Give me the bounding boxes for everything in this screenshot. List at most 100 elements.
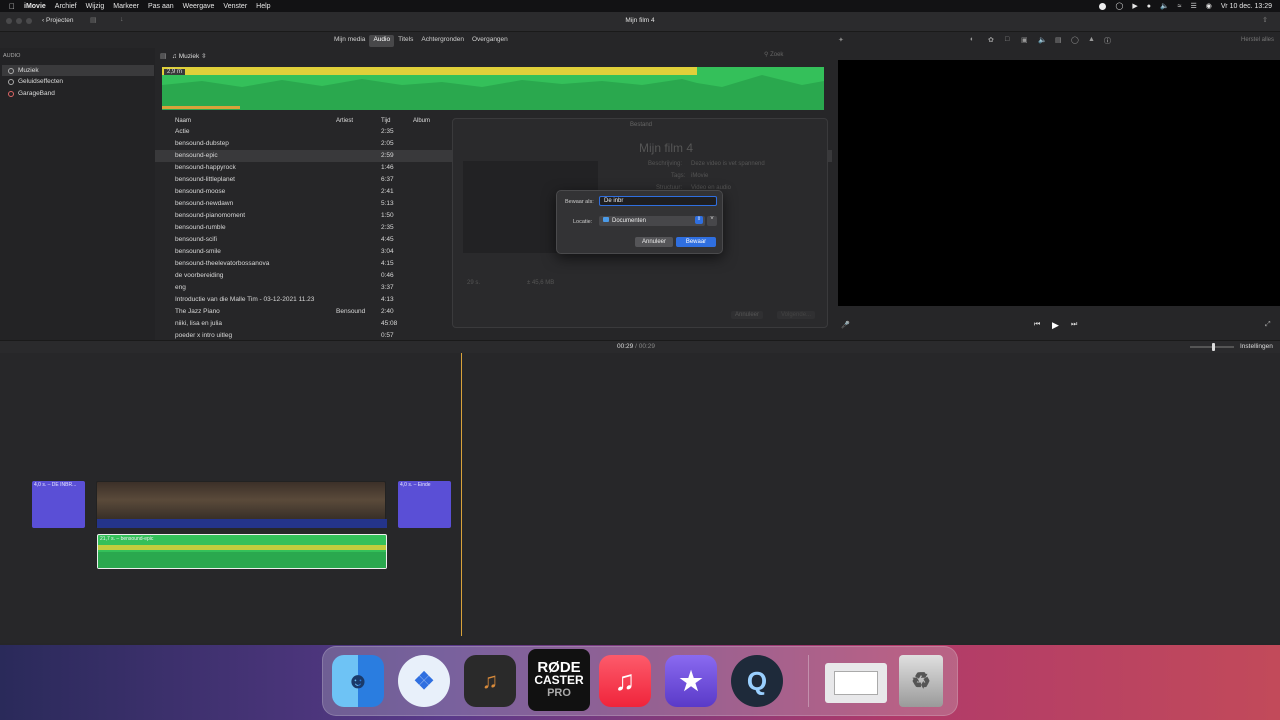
play-icon[interactable]: ▶ — [1052, 320, 1059, 331]
location-select[interactable]: Documenten ⇳ — [599, 216, 705, 226]
share-cancel-button[interactable]: Annuleer — [731, 311, 764, 319]
playhead[interactable] — [461, 353, 462, 636]
color-balance-icon[interactable]: ◐ — [970, 36, 974, 43]
save-button[interactable]: Bewaar — [676, 237, 716, 247]
finder-icon[interactable]: ☻ — [332, 655, 384, 707]
tab-overgangen[interactable]: Overgangen — [468, 35, 512, 47]
magic-wand-icon[interactable]: ✦ — [838, 36, 844, 44]
search-placeholder: Zoek — [770, 52, 784, 58]
zoom-slider-thumb[interactable] — [1212, 343, 1215, 351]
imovie-icon[interactable]: ★ — [665, 655, 717, 707]
tags-value[interactable]: iMovie — [691, 173, 708, 179]
expand-dialog-button[interactable]: ˅ — [707, 216, 717, 226]
skip-back-icon[interactable]: ⏮ — [1034, 321, 1040, 329]
settings-button[interactable]: Instellingen — [1240, 343, 1273, 350]
menu-venster[interactable]: Venster — [223, 3, 247, 10]
reset-all-button[interactable]: Herstel alles — [1241, 37, 1274, 43]
menu-weergave[interactable]: Weergave — [183, 3, 215, 10]
audio-clip[interactable]: 21,7 s. – bensound-epic — [97, 534, 387, 569]
save-cancel-button[interactable]: Annuleer — [635, 237, 673, 247]
song-time: 2:35 — [381, 128, 394, 135]
preview-icon[interactable] — [825, 663, 887, 703]
waveform-duration-label: 2,9 m — [164, 69, 186, 75]
song-name: bensound-happyrock — [175, 164, 236, 171]
waveform-graphic — [162, 67, 824, 110]
sidebar-item-garageband[interactable]: GarageBand — [8, 88, 55, 99]
share-duration: 29 s. — [467, 280, 481, 286]
music-icon[interactable]: ♫ — [599, 655, 651, 707]
column-header-tijd[interactable]: Tijd — [381, 118, 390, 124]
title-clip[interactable]: 4,0 s. – Einde — [398, 481, 451, 528]
speed-icon[interactable]: ◯ — [1071, 36, 1079, 44]
share-icon[interactable]: ⇧ — [1262, 16, 1268, 24]
song-time: 3:37 — [381, 284, 394, 291]
song-time: 2:35 — [381, 224, 394, 231]
video-viewer[interactable] — [838, 60, 1280, 306]
quicktime-icon[interactable]: Q — [731, 655, 783, 707]
sidebar-header: AUDIO — [3, 53, 21, 59]
play-status-icon[interactable]: ▶ — [1132, 2, 1137, 10]
color-correction-icon[interactable]: ✿ — [988, 36, 994, 44]
info-icon[interactable]: ⓘ — [1104, 36, 1111, 46]
rodecaster-icon[interactable]: RØDE CASTER PRO — [528, 649, 590, 711]
menu-archief[interactable]: Archief — [55, 3, 77, 10]
video-clip[interactable] — [96, 481, 387, 528]
volume-icon[interactable]: 🔈 — [1160, 2, 1169, 10]
fullscreen-icon[interactable]: ⤢ — [1265, 321, 1271, 329]
zoom-slider[interactable] — [1190, 343, 1234, 351]
sidebar-item-geluidseffecten[interactable]: Geluidseffecten — [8, 76, 63, 87]
menu-pas-aan[interactable]: Pas aan — [148, 3, 174, 10]
song-name: bensound-theelevatorbossanova — [175, 260, 270, 267]
tab-mijn-media[interactable]: Mijn media — [330, 35, 369, 47]
cast-icon[interactable]: ◯ — [1115, 2, 1123, 10]
safari-icon[interactable]: ❖ — [398, 655, 450, 707]
menu-bar:  iMovie Archief Wijzig Markeer Pas aan … — [0, 0, 1280, 12]
sidebar-item-label: Muziek — [18, 67, 39, 74]
timeline[interactable]: 4,0 s. – DE INBR... 4,0 s. – Einde 21,7 … — [0, 353, 1280, 643]
menu-app-name[interactable]: iMovie — [24, 3, 46, 10]
column-header-album[interactable]: Album — [413, 118, 430, 124]
clock[interactable]: Vr 10 dec. 13:29 — [1221, 3, 1272, 10]
garageband-icon[interactable]: ♫ — [464, 655, 516, 707]
control-center-icon[interactable]: ☰ — [1191, 2, 1197, 10]
share-next-button[interactable]: Volgende... — [777, 311, 816, 319]
desc-value[interactable]: Deze video is vet spannend — [691, 161, 765, 167]
menu-markeer[interactable]: Markeer — [113, 3, 139, 10]
dock: ☻ ❖ ♫ RØDE CASTER PRO ♫ ★ Q ♻ — [322, 646, 958, 716]
lock-icon[interactable]: ● — [1147, 3, 1151, 10]
voiceover-mic-icon[interactable]: 🎤 — [841, 321, 850, 329]
title-clip-label: 4,0 s. – DE INBR... — [34, 482, 77, 488]
tab-audio[interactable]: Audio — [369, 35, 395, 47]
source-popup[interactable]: ♫ Muziek ⇳ — [172, 52, 207, 60]
search-field[interactable]: ⚲ Zoek — [760, 51, 828, 61]
skip-forward-icon[interactable]: ⏭ — [1071, 321, 1077, 329]
column-header-artiest[interactable]: Artiest — [336, 118, 353, 124]
song-time: 0:57 — [381, 332, 394, 339]
song-name: bensound-epic — [175, 152, 218, 159]
menu-help[interactable]: Help — [256, 3, 270, 10]
audio-waveform-preview[interactable]: 2,9 m — [162, 67, 824, 110]
trash-icon[interactable]: ♻ — [899, 655, 943, 707]
share-title[interactable]: Mijn film 4 — [639, 141, 693, 155]
title-clip[interactable]: 4,0 s. – DE INBR... — [32, 481, 85, 528]
clip-filter-icon[interactable]: ▲ — [1088, 36, 1095, 43]
share-size: ± 45,6 MB — [527, 280, 555, 286]
siri-icon[interactable]: ◉ — [1206, 2, 1212, 10]
tab-titels[interactable]: Titels — [394, 35, 417, 47]
sidebar-toggle-icon[interactable]: ▤ — [160, 52, 167, 60]
sidebar-item-label: Geluidseffecten — [18, 78, 64, 85]
volume-adjust-icon[interactable]: 🔈 — [1038, 36, 1047, 44]
song-name: poeder x intro uitleg — [175, 332, 233, 339]
apple-menu-icon[interactable]:  — [9, 2, 15, 11]
save-as-input[interactable]: De inbr — [599, 196, 717, 206]
stabilization-icon[interactable]: ▣ — [1021, 36, 1028, 44]
wifi-icon[interactable]: ≈ — [1178, 3, 1182, 10]
column-header-naam[interactable]: Naam — [175, 118, 191, 124]
record-icon[interactable] — [1099, 2, 1107, 10]
noise-reduction-icon[interactable]: ▤ — [1055, 36, 1062, 44]
menu-wijzig[interactable]: Wijzig — [86, 3, 105, 10]
tab-achtergronden[interactable]: Achtergronden — [417, 35, 468, 47]
location-stepper-icon: ⇳ — [695, 216, 703, 224]
sidebar-item-muziek[interactable]: Muziek — [2, 65, 154, 76]
crop-icon[interactable]: □ — [1005, 36, 1009, 43]
